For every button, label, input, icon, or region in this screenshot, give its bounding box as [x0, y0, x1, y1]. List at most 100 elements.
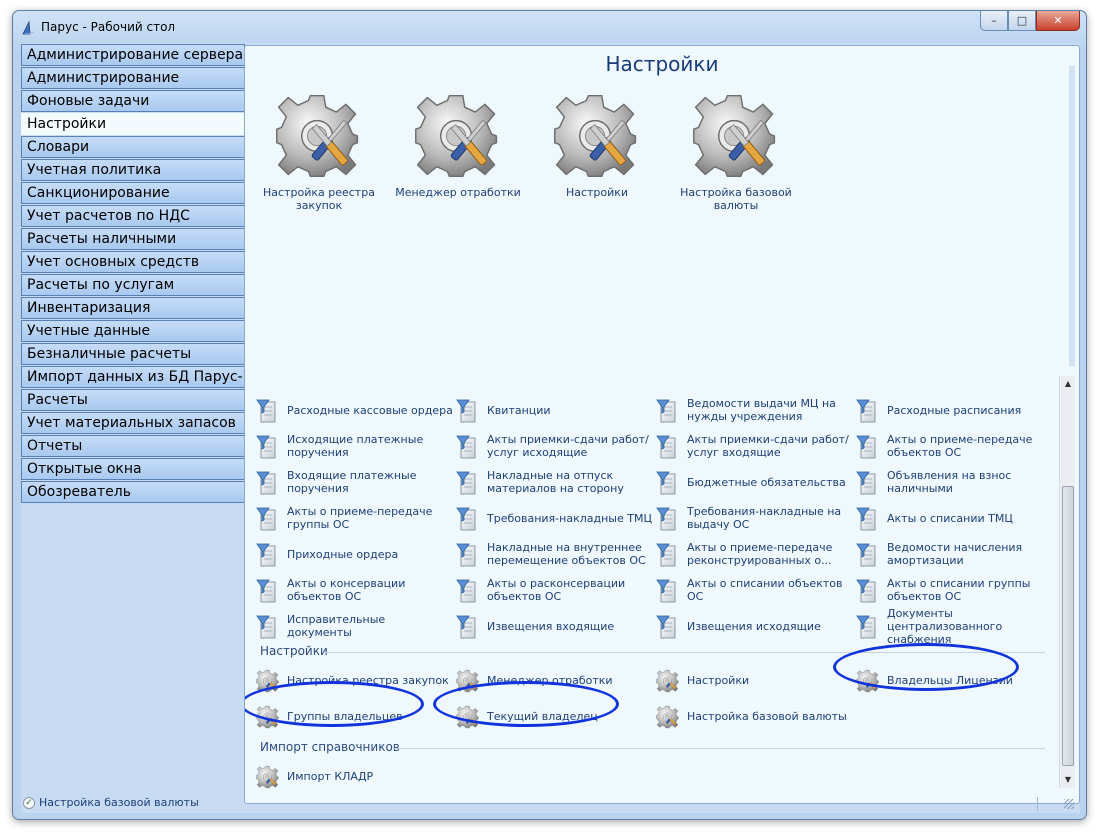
document-link[interactable]: Приходные ордера: [255, 536, 455, 572]
sidebar-item[interactable]: Администрирование: [21, 67, 245, 89]
document-link[interactable]: Извещения исходящие: [655, 608, 855, 644]
document-link[interactable]: Ведомости начисления амортизации: [855, 536, 1055, 572]
sidebar-item[interactable]: Учетные данные: [21, 320, 245, 342]
link-label: Объявления на взнос наличными: [887, 469, 1012, 495]
document-link[interactable]: Накладные на отпуск материалов на сторон…: [455, 464, 655, 500]
sidebar-item[interactable]: Фоновые задачи: [21, 90, 245, 112]
vertical-scrollbar[interactable]: ▲ ▼: [1059, 376, 1075, 788]
status-separator: [1037, 797, 1038, 811]
link-label: Ведомости начисления амортизации: [887, 541, 1023, 567]
sidebar-item[interactable]: Обозреватель: [21, 481, 245, 503]
close-icon: ✕: [1053, 14, 1063, 27]
gear-tools-icon: [655, 668, 681, 694]
document-link[interactable]: Требования-накладные на выдачу ОС: [655, 500, 855, 536]
document-link[interactable]: Акты о приеме-передаче объектов ОС: [855, 428, 1055, 464]
minimize-button[interactable]: –: [980, 11, 1008, 31]
document-link[interactable]: Квитанции: [455, 392, 655, 428]
main-content: Настройки Настройка реестра закупок Менед…: [244, 45, 1080, 804]
scroll-down-icon[interactable]: ▼: [1060, 772, 1076, 788]
document-link[interactable]: Бюджетные обязательства: [655, 464, 855, 500]
document-icon: [855, 434, 881, 460]
document-link[interactable]: Акты о списании группы объектов ОС: [855, 572, 1055, 608]
settings-link[interactable]: Настройка базовой валюты: [655, 698, 855, 734]
sidebar-item[interactable]: Настройки: [21, 113, 247, 135]
document-link[interactable]: Исходящие платежные поручения: [255, 428, 455, 464]
link-label: Акты о расконсервации объектов ОС: [487, 577, 626, 603]
link-label: Квитанции: [487, 403, 551, 417]
document-icon: [455, 578, 481, 604]
document-link[interactable]: Акты о расконсервации объектов ОС: [455, 572, 655, 608]
gear-tools-icon: [408, 88, 508, 184]
document-icon: [655, 506, 681, 532]
sidebar-item[interactable]: Импорт данных из БД Парус-7: [21, 366, 245, 388]
document-icon: [255, 578, 281, 604]
sidebar-item[interactable]: Расчеты: [21, 389, 245, 411]
sidebar-item[interactable]: Санкционирование: [21, 182, 245, 204]
document-link[interactable]: Акты приемки-сдачи работ/услуг входящие: [655, 428, 855, 464]
document-link[interactable]: Расходные кассовые ордера: [255, 392, 455, 428]
page-title: Настройки: [605, 52, 719, 76]
sidebar-item[interactable]: Учет расчетов по НДС: [21, 205, 245, 227]
section-divider: [393, 748, 1045, 749]
sidebar-item[interactable]: Безналичные расчеты: [21, 343, 245, 365]
sidebar: Администрирование сервера Администрирован…: [21, 44, 247, 504]
document-link[interactable]: Объявления на взнос наличными: [855, 464, 1055, 500]
document-icon: [855, 578, 881, 604]
big-shortcut[interactable]: Настройка базовой валюты: [671, 88, 801, 212]
sidebar-item[interactable]: Открытые окна: [21, 458, 245, 480]
sidebar-item[interactable]: Учет материальных запасов: [21, 412, 245, 434]
document-icon: [455, 398, 481, 424]
link-label: Извещения входящие: [487, 619, 615, 633]
document-link[interactable]: Акты приемки-сдачи работ/услуг исходящие: [455, 428, 655, 464]
maximize-button[interactable]: □: [1008, 11, 1036, 31]
document-link[interactable]: Акты о списании ТМЦ: [855, 500, 1055, 536]
scroll-thumb[interactable]: [1062, 486, 1074, 766]
close-button[interactable]: ✕: [1036, 11, 1080, 31]
sidebar-item[interactable]: Инвентаризация: [21, 297, 245, 319]
link-label: Требования-накладные на выдачу ОС: [687, 505, 842, 531]
document-link[interactable]: Входящие платежные поручения: [255, 464, 455, 500]
scroll-up-icon[interactable]: ▲: [1060, 376, 1076, 392]
settings-link[interactable]: Настройки: [655, 662, 855, 698]
document-link[interactable]: Акты о списании объектов ОС: [655, 572, 855, 608]
document-link[interactable]: Требования-накладные ТМЦ: [455, 500, 655, 536]
title-bar[interactable]: Парус - Рабочий стол – □ ✕: [13, 11, 1086, 43]
document-link[interactable]: Акты о консервации объектов ОС: [255, 572, 455, 608]
document-link[interactable]: Накладные на внутреннее перемещение объе…: [455, 536, 655, 572]
document-link[interactable]: Расходные расписания: [855, 392, 1055, 428]
big-shortcut[interactable]: Менеджер отработки: [393, 88, 523, 199]
sidebar-item[interactable]: Словари: [21, 136, 245, 158]
link-label: Акты о приеме-передаче объектов ОС: [887, 433, 1033, 459]
big-shortcut[interactable]: Настройка реестра закупок: [254, 88, 384, 212]
status-bar: ✓ Настройка базовой валюты: [21, 795, 1080, 813]
sidebar-item[interactable]: Отчеты: [21, 435, 245, 457]
link-label: Акты о приеме-передаче реконструированны…: [687, 541, 833, 567]
document-link[interactable]: Акты о приеме-передаче группы ОС: [255, 500, 455, 536]
gear-tools-icon: [269, 88, 369, 184]
sidebar-item[interactable]: Администрирование сервера: [21, 44, 245, 66]
sidebar-item[interactable]: Учет основных средств: [21, 251, 245, 273]
document-icon: [455, 542, 481, 568]
document-icon: [855, 506, 881, 532]
big-shortcut-label: Менеджер отработки: [395, 186, 521, 199]
gear-tools-icon: [547, 88, 647, 184]
big-shortcut[interactable]: Настройки: [532, 88, 662, 199]
sidebar-item[interactable]: Расчеты наличными: [21, 228, 245, 250]
resize-grip-icon[interactable]: [1064, 799, 1074, 809]
app-logo-icon: [22, 20, 35, 35]
check-icon: ✓: [23, 797, 35, 809]
sidebar-item[interactable]: Учетная политика: [21, 159, 245, 181]
document-link[interactable]: Документы централизованного снабжения: [855, 607, 1055, 646]
settings-link[interactable]: Импорт КЛАДР: [255, 758, 455, 794]
sidebar-item[interactable]: Расчеты по услугам: [21, 274, 245, 296]
document-link[interactable]: Ведомости выдачи МЦ на нужды учреждения: [655, 392, 855, 428]
document-icon: [855, 470, 881, 496]
document-link[interactable]: Извещения входящие: [455, 608, 655, 644]
document-icon: [655, 542, 681, 568]
document-icon: [855, 614, 881, 640]
document-icon: [255, 434, 281, 460]
document-link[interactable]: Исправительные документы: [255, 608, 455, 644]
document-link[interactable]: Акты о приеме-передаче реконструированны…: [655, 536, 855, 572]
document-icon: [655, 614, 681, 640]
link-label: Акты приемки-сдачи работ/услуг исходящие: [487, 433, 649, 459]
